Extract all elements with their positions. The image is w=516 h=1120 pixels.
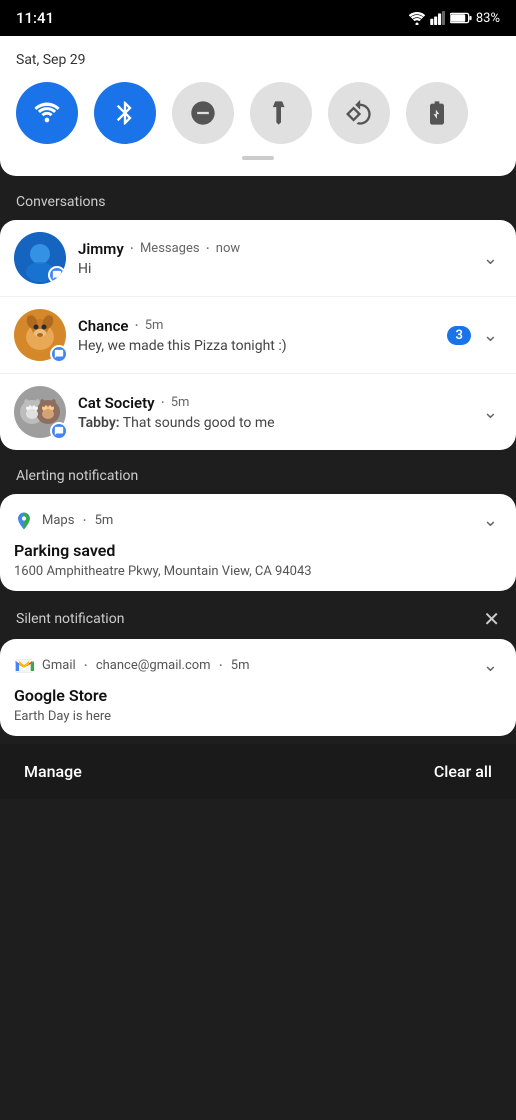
gmail-time: 5m bbox=[231, 658, 250, 673]
gmail-notification-title: Google Store bbox=[0, 686, 516, 709]
bluetooth-tile[interactable] bbox=[94, 82, 156, 144]
avatar-jimmy bbox=[14, 232, 66, 284]
cat-messages-badge bbox=[50, 422, 68, 440]
conversations-section-label: Conversations bbox=[0, 184, 516, 220]
conversations-card: Jimmy · Messages · now Hi ⌄ bbox=[0, 220, 516, 450]
quick-settings-panel: Sat, Sep 29 bbox=[0, 36, 516, 176]
jimmy-app: Messages bbox=[140, 241, 200, 256]
jimmy-message: Hi bbox=[78, 261, 479, 277]
flashlight-tile-icon bbox=[267, 99, 295, 127]
jimmy-expand-button[interactable]: ⌄ bbox=[479, 244, 502, 273]
chance-header: Chance · 5m bbox=[78, 316, 447, 335]
flashlight-tile[interactable] bbox=[250, 82, 312, 144]
battery-percent: 83% bbox=[476, 11, 500, 26]
jimmy-messages-badge bbox=[48, 266, 66, 284]
drag-handle[interactable] bbox=[242, 156, 274, 160]
battery-icon bbox=[450, 12, 472, 24]
maps-notification-body: 1600 Amphitheatre Pkwy, Mountain View, C… bbox=[0, 564, 516, 591]
chance-message: Hey, we made this Pizza tonight :) bbox=[78, 338, 447, 354]
gmail-notification-header: Gmail · chance@gmail.com · 5m ⌄ bbox=[0, 639, 516, 686]
dnd-tile-icon bbox=[189, 99, 217, 127]
chance-content: Chance · 5m Hey, we made this Pizza toni… bbox=[78, 316, 447, 354]
jimmy-time: now bbox=[216, 241, 240, 256]
cat-society-message: Tabby: That sounds good to me bbox=[78, 415, 479, 431]
date-label: Sat, Sep 29 bbox=[16, 52, 500, 68]
gmail-app-name: Gmail bbox=[42, 658, 76, 673]
cat-badge-icon bbox=[54, 426, 64, 436]
jimmy-content: Jimmy · Messages · now Hi bbox=[78, 239, 479, 277]
gmail-email: chance@gmail.com bbox=[96, 658, 211, 673]
gmail-notification-body: Earth Day is here bbox=[0, 709, 516, 736]
conversation-jimmy[interactable]: Jimmy · Messages · now Hi ⌄ bbox=[0, 220, 516, 297]
maps-time: 5m bbox=[95, 513, 114, 528]
wifi-tile[interactable] bbox=[16, 82, 78, 144]
cat-society-time: 5m bbox=[171, 395, 190, 410]
gmail-expand-button[interactable]: ⌄ bbox=[479, 651, 502, 680]
bottom-bar: Manage Clear all bbox=[0, 744, 516, 799]
gmail-notification-card: Gmail · chance@gmail.com · 5m ⌄ Google S… bbox=[0, 639, 516, 736]
battery-saver-tile-icon bbox=[423, 99, 451, 127]
messages-badge-icon bbox=[54, 349, 64, 359]
clear-all-button[interactable]: Clear all bbox=[434, 762, 492, 781]
jimmy-header: Jimmy · Messages · now bbox=[78, 239, 479, 258]
jimmy-name: Jimmy bbox=[78, 240, 124, 258]
avatar-cat-society bbox=[14, 386, 66, 438]
status-icons: 83% bbox=[408, 11, 500, 26]
cat-society-content: Cat Society · 5m Tabby: That sounds good… bbox=[78, 393, 479, 431]
alerting-section-label: Alerting notification bbox=[0, 458, 516, 494]
maps-app-info: Maps · 5m bbox=[14, 511, 113, 531]
chance-expand-button[interactable]: ⌄ bbox=[479, 321, 502, 350]
signal-icon bbox=[430, 11, 446, 25]
maps-icon bbox=[14, 511, 34, 531]
status-bar: 11:41 83% bbox=[0, 0, 516, 36]
rotate-tile-icon bbox=[345, 99, 373, 127]
cat-society-sender: Tabby: bbox=[78, 415, 120, 431]
battery-saver-tile[interactable] bbox=[406, 82, 468, 144]
chance-time: 5m bbox=[145, 318, 164, 333]
status-time: 11:41 bbox=[16, 9, 54, 27]
chance-messages-badge bbox=[50, 345, 68, 363]
gmail-icon bbox=[14, 656, 34, 676]
cat-society-actions: ⌄ bbox=[479, 398, 502, 427]
quick-tiles bbox=[16, 82, 500, 144]
silent-section-label: Silent notification ✕ bbox=[0, 599, 516, 639]
maps-expand-button[interactable]: ⌄ bbox=[479, 506, 502, 535]
chance-name: Chance bbox=[78, 317, 129, 335]
wifi-tile-icon bbox=[33, 99, 61, 127]
cat-society-header: Cat Society · 5m bbox=[78, 393, 479, 412]
cat-society-text: That sounds good to me bbox=[120, 415, 275, 431]
cat-society-name: Cat Society bbox=[78, 394, 155, 412]
silent-section-close-button[interactable]: ✕ bbox=[483, 609, 500, 629]
jimmy-actions: ⌄ bbox=[479, 244, 502, 273]
conversation-chance[interactable]: Chance · 5m Hey, we made this Pizza toni… bbox=[0, 297, 516, 374]
chance-badge: 3 bbox=[447, 326, 470, 345]
cat-society-expand-button[interactable]: ⌄ bbox=[479, 398, 502, 427]
avatar-chance bbox=[14, 309, 66, 361]
wifi-icon bbox=[408, 11, 426, 25]
maps-app-name: Maps bbox=[42, 513, 74, 528]
bluetooth-tile-icon bbox=[111, 99, 139, 127]
manage-button[interactable]: Manage bbox=[24, 762, 82, 781]
maps-notification-card: Maps · 5m ⌄ Parking saved 1600 Amphithea… bbox=[0, 494, 516, 591]
conversation-cat-society[interactable]: Cat Society · 5m Tabby: That sounds good… bbox=[0, 374, 516, 450]
maps-notification-header: Maps · 5m ⌄ bbox=[0, 494, 516, 541]
maps-notification-title: Parking saved bbox=[0, 541, 516, 564]
messages-icon bbox=[52, 270, 62, 280]
rotate-tile[interactable] bbox=[328, 82, 390, 144]
dnd-tile[interactable] bbox=[172, 82, 234, 144]
gmail-app-info: Gmail · chance@gmail.com · 5m bbox=[14, 656, 249, 676]
chance-actions: 3 ⌄ bbox=[447, 321, 502, 350]
